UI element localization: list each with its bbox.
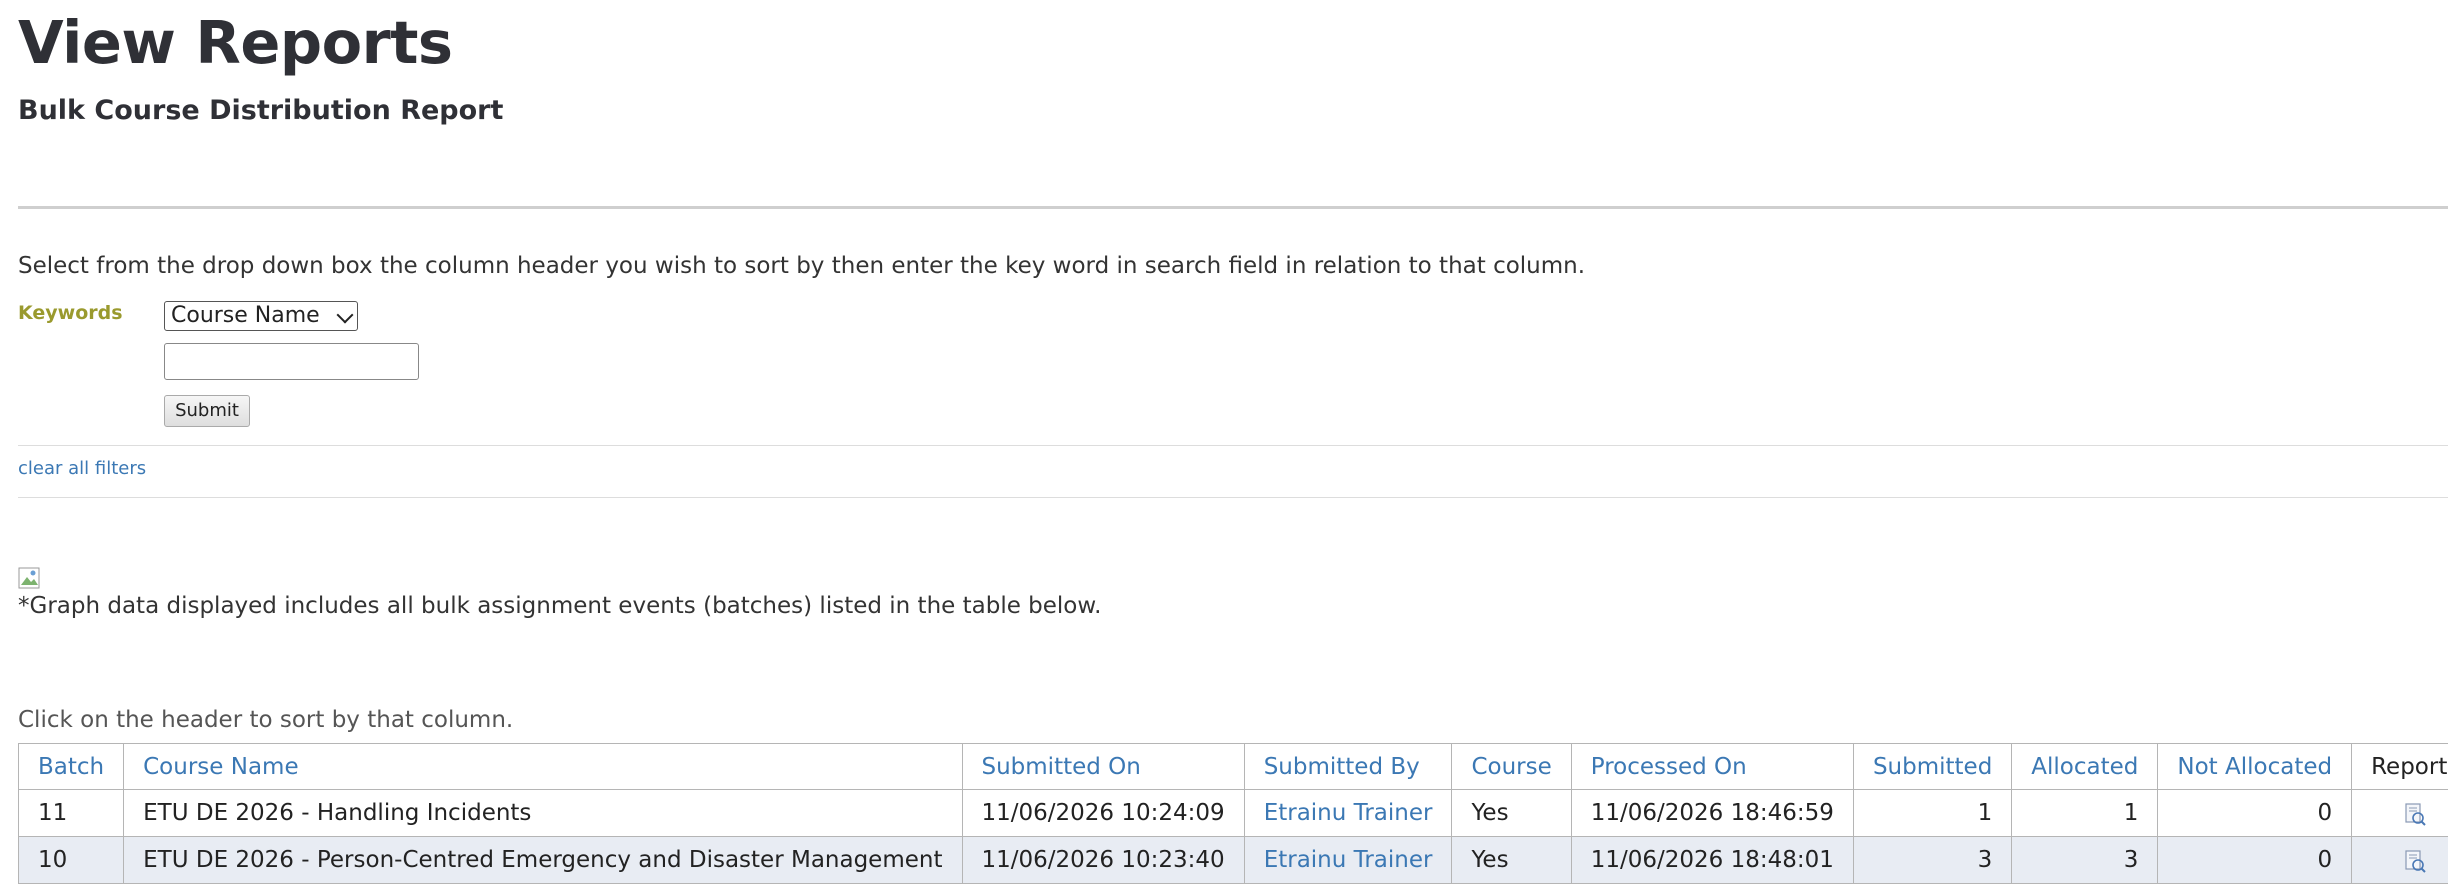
- clear-filters-link[interactable]: clear all filters: [18, 458, 146, 479]
- batch-report-table: Batch Course Name Submitted On Submitted…: [17, 743, 2448, 884]
- header-submitted-on[interactable]: Submitted On: [961, 743, 1245, 790]
- filter-instructions: Select from the drop down box the column…: [18, 253, 1586, 279]
- cell-processed-on: 11/06/2026 18:46:59: [1570, 789, 1854, 837]
- cell-submitted-on: 11/06/2026 10:23:40: [961, 836, 1245, 884]
- cell-processed-on: 11/06/2026 18:48:01: [1570, 836, 1854, 884]
- cell-batch: 11: [17, 789, 125, 837]
- divider: [18, 206, 2448, 209]
- graph-note: *Graph data displayed includes all bulk …: [18, 593, 1102, 619]
- header-submitted-by[interactable]: Submitted By: [1243, 743, 1453, 790]
- divider: [18, 445, 2448, 446]
- table-row: 11 ETU DE 2026 - Handling Incidents 11/0…: [17, 789, 2448, 837]
- cell-course-name: ETU DE 2026 - Handling Incidents: [123, 789, 963, 837]
- header-not-allocated[interactable]: Not Allocated: [2157, 743, 2353, 790]
- cell-not-allocated: 0: [2157, 836, 2353, 884]
- page-subtitle: Bulk Course Distribution Report: [18, 95, 504, 126]
- column-select-value: Course Name: [171, 303, 320, 328]
- cell-course-name: ETU DE 2026 - Person-Centred Emergency a…: [123, 836, 963, 884]
- divider: [18, 497, 2448, 498]
- cell-submitted-by-link[interactable]: Etrainu Trainer: [1243, 789, 1453, 837]
- header-course-name[interactable]: Course Name: [123, 743, 963, 790]
- keywords-label: Keywords: [18, 302, 123, 324]
- cell-submitted: 1: [1852, 789, 2013, 837]
- graph-image-icon: [18, 566, 44, 590]
- report-icon[interactable]: [2403, 849, 2427, 873]
- page-title: View Reports: [18, 8, 453, 77]
- cell-reports: [2351, 836, 2448, 884]
- header-submitted[interactable]: Submitted: [1852, 743, 2013, 790]
- table-header-row: Batch Course Name Submitted On Submitted…: [17, 743, 2448, 790]
- report-icon[interactable]: [2403, 802, 2427, 826]
- cell-submitted-by-link[interactable]: Etrainu Trainer: [1243, 836, 1453, 884]
- submit-button[interactable]: Submit: [164, 395, 250, 427]
- sort-note: Click on the header to sort by that colu…: [18, 707, 514, 733]
- header-processed-on[interactable]: Processed On: [1570, 743, 1854, 790]
- header-allocated[interactable]: Allocated: [2011, 743, 2159, 790]
- cell-submitted: 3: [1852, 836, 2013, 884]
- cell-reports: [2351, 789, 2448, 837]
- table-row: 10 ETU DE 2026 - Person-Centred Emergenc…: [17, 836, 2448, 884]
- cell-batch: 10: [17, 836, 125, 884]
- cell-submitted-on: 11/06/2026 10:24:09: [961, 789, 1245, 837]
- chevron-down-icon: [336, 306, 354, 324]
- keyword-search-input[interactable]: [164, 343, 419, 380]
- cell-allocated: 3: [2011, 836, 2159, 884]
- cell-not-allocated: 0: [2157, 789, 2353, 837]
- header-reports: Reports: [2351, 743, 2448, 790]
- header-batch[interactable]: Batch: [17, 743, 125, 790]
- column-select[interactable]: Course Name: [164, 301, 358, 331]
- cell-course: Yes: [1451, 836, 1572, 884]
- header-course[interactable]: Course: [1451, 743, 1572, 790]
- cell-course: Yes: [1451, 789, 1572, 837]
- cell-allocated: 1: [2011, 789, 2159, 837]
